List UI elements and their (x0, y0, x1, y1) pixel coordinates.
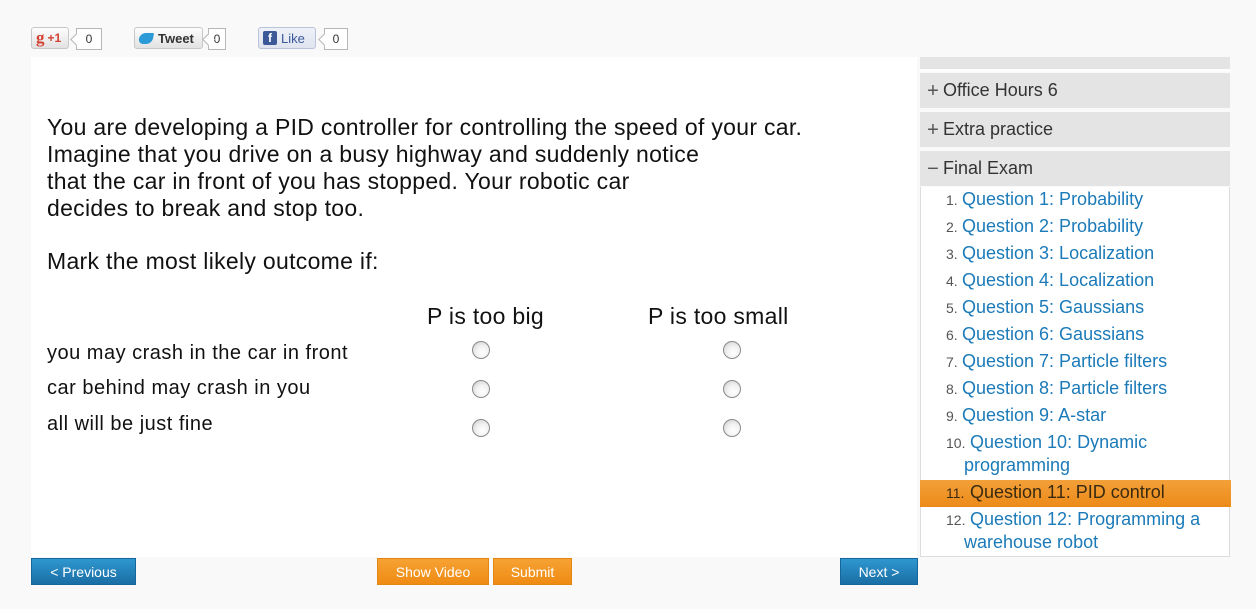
question-number: 12. (946, 512, 966, 528)
question-link[interactable]: Question 7: Particle filters (962, 350, 1167, 373)
question-link[interactable]: Question 5: Gaussians (962, 296, 1144, 319)
question-line: You are developing a PID controller for … (47, 114, 803, 140)
question-number: 11. (946, 485, 965, 501)
sidebar-section-label: Final Exam (943, 158, 1034, 178)
sidebar-question-1[interactable]: 1. Question 1: Probability (921, 188, 1231, 214)
sidebar-question-3[interactable]: 3. Question 3: Localization (921, 242, 1231, 268)
show-video-button[interactable]: Show Video (377, 558, 489, 585)
collapse-minus-icon: − (927, 157, 939, 180)
question-number: 8. (946, 381, 958, 397)
question-link[interactable]: Question 8: Particle filters (962, 377, 1167, 400)
sidebar-question-5[interactable]: 5. Question 5: Gaussians (921, 296, 1231, 322)
google-plus-icon: g (36, 28, 45, 47)
question-link-continued[interactable]: warehouse robot (964, 531, 1098, 554)
sidebar-question-12[interactable]: 12. Question 12: Programming a warehouse… (921, 508, 1231, 557)
column-header-p-too-big: P is too big (427, 303, 544, 329)
sidebar-section-collapsed[interactable] (920, 57, 1230, 71)
question-link[interactable]: Question 12: Programming a (970, 508, 1200, 531)
next-button[interactable]: Next > (840, 558, 918, 585)
sidebar-question-6[interactable]: 6. Question 6: Gaussians (921, 323, 1231, 349)
facebook-like-label: Like (281, 30, 305, 46)
question-line: Imagine that you drive on a busy highway… (47, 141, 700, 167)
question-link-continued[interactable]: programming (964, 454, 1070, 477)
question-number: 3. (946, 246, 958, 262)
sidebar-question-8[interactable]: 8. Question 8: Particle filters (921, 377, 1231, 403)
expand-plus-icon: + (927, 79, 939, 102)
row-label-crash-behind: car behind may crash in you (47, 377, 311, 399)
question-number: 5. (946, 300, 958, 316)
sidebar-question-2[interactable]: 2. Question 2: Probability (921, 215, 1231, 241)
radio-just-fine-p-too-small[interactable] (723, 419, 741, 437)
question-number: 7. (946, 354, 958, 370)
facebook-like-count: 0 (324, 28, 348, 50)
google-plus-one-button[interactable]: g +1 (31, 27, 69, 49)
sidebar-question-7[interactable]: 7. Question 7: Particle filters (921, 350, 1231, 376)
question-link[interactable]: Question 2: Probability (962, 215, 1143, 238)
question-link[interactable]: Question 6: Gaussians (962, 323, 1144, 346)
tweet-label: Tweet (158, 30, 194, 46)
radio-crash-behind-p-too-big[interactable] (472, 380, 490, 398)
previous-button[interactable]: < Previous (31, 558, 136, 585)
radio-crash-front-p-too-small[interactable] (723, 341, 741, 359)
facebook-like-button[interactable]: f Like (258, 27, 316, 49)
question-number: 10. (946, 435, 966, 451)
sidebar-question-9[interactable]: 9. Question 9: A-star (921, 404, 1231, 430)
question-number: 9. (946, 408, 958, 424)
sidebar-question-11-active[interactable]: 11. Question 11: PID control (920, 480, 1231, 507)
question-number: 6. (946, 327, 958, 343)
sidebar-section-label: Extra practice (943, 119, 1054, 139)
question-link[interactable]: Question 9: A-star (962, 404, 1106, 427)
tweet-count: 0 (208, 28, 226, 50)
submit-button[interactable]: Submit (493, 558, 572, 585)
question-number: 1. (946, 192, 958, 208)
radio-crash-behind-p-too-small[interactable] (723, 380, 741, 398)
row-label-just-fine: all will be just fine (47, 413, 214, 435)
sidebar-section-extra-practice[interactable]: + Extra practice (920, 110, 1230, 147)
question-link[interactable]: Question 11: PID control (970, 481, 1165, 504)
google-plus-label: +1 (47, 31, 62, 45)
sidebar-section-office-hours-6[interactable]: + Office Hours 6 (920, 71, 1230, 108)
question-line: decides to break and stop too. (47, 195, 365, 221)
course-sidebar: + Office Hours 6 + Extra practice − Fina… (920, 57, 1231, 557)
question-line: that the car in front of you has stopped… (47, 168, 630, 194)
sidebar-section-label: Office Hours 6 (943, 80, 1058, 100)
twitter-bird-icon (137, 32, 155, 44)
question-link[interactable]: Question 10: Dynamic (970, 431, 1147, 454)
quiz-panel: You are developing a PID controller for … (31, 57, 917, 557)
sidebar-question-4[interactable]: 4. Question 4: Localization (921, 269, 1231, 295)
question-number: 4. (946, 273, 958, 289)
question-link[interactable]: Question 1: Probability (962, 188, 1143, 211)
question-link[interactable]: Question 4: Localization (962, 269, 1154, 292)
radio-just-fine-p-too-big[interactable] (472, 419, 490, 437)
facebook-icon: f (263, 31, 277, 45)
final-exam-question-list: 1. Question 1: Probability 2. Question 2… (920, 187, 1231, 557)
sidebar-section-final-exam[interactable]: − Final Exam (920, 149, 1230, 186)
tweet-button[interactable]: Tweet (134, 27, 203, 49)
expand-plus-icon: + (927, 118, 939, 141)
question-link[interactable]: Question 3: Localization (962, 242, 1154, 265)
column-header-p-too-small: P is too small (648, 303, 789, 329)
question-prompt: Mark the most likely outcome if: (47, 248, 379, 274)
question-text: You are developing a PID controller for … (47, 114, 802, 222)
row-label-crash-front: you may crash in the car in front (47, 342, 349, 364)
sidebar-question-10[interactable]: 10. Question 10: Dynamic programming (921, 431, 1231, 480)
google-plus-count: 0 (76, 28, 102, 50)
question-number: 2. (946, 219, 958, 235)
radio-crash-front-p-too-big[interactable] (472, 341, 490, 359)
